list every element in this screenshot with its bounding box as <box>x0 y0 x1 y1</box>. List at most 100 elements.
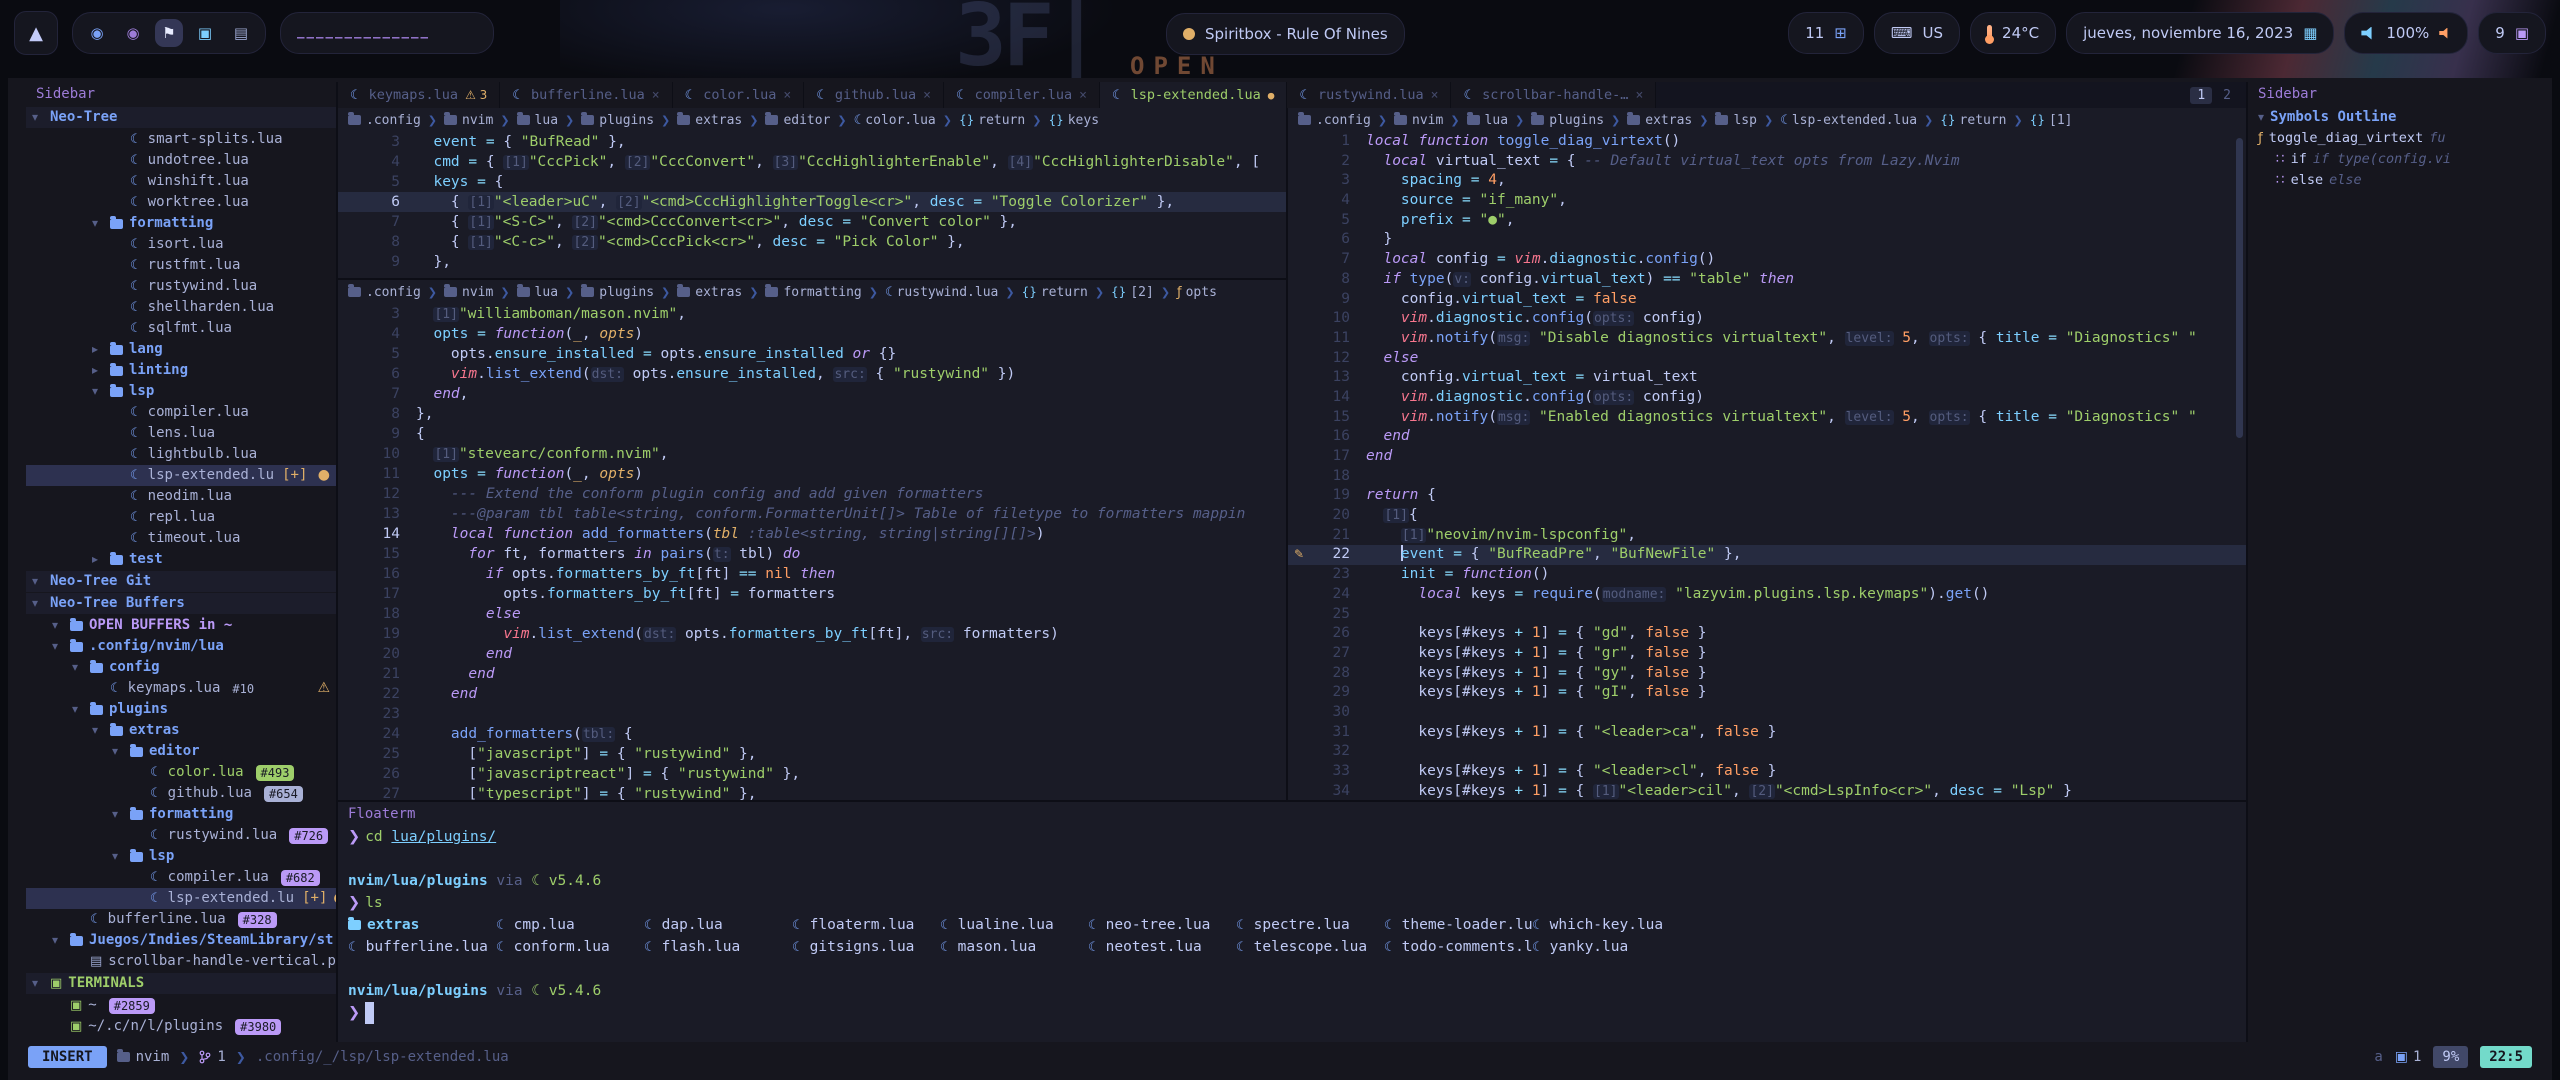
ls-item-flash.lua[interactable]: ☾flash.lua <box>644 939 792 955</box>
code-line[interactable]: 6 } <box>1288 230 2246 250</box>
tree-item-lsp[interactable]: ▾lsp <box>26 381 336 402</box>
tree-item-timeout.lua[interactable]: ☾timeout.lua <box>26 528 336 549</box>
widget-workspaces[interactable]: 11 ⊞ <box>1788 12 1864 54</box>
tree-item-worktree.lua[interactable]: ☾worktree.lua <box>26 192 336 213</box>
ls-item-neo-tree.lua[interactable]: ☾neo-tree.lua <box>1088 917 1236 933</box>
code-line[interactable]: 17end <box>1288 447 2246 467</box>
code-body-color-lua[interactable]: 3 event = { "BufRead" },4 cmd = { [1]"Cc… <box>338 132 1286 278</box>
ls-item-conform.lua[interactable]: ☾conform.lua <box>496 939 644 955</box>
code-line[interactable]: 21 [1]"neovim/nvim-lspconfig", <box>1288 526 2246 546</box>
code-line[interactable]: 12 else <box>1288 349 2246 369</box>
code-line[interactable]: 8 { [1]"<C-c>", [2]"<cmd>CccPick<cr>", d… <box>338 232 1286 252</box>
editor-pane-lsp-extended-lua[interactable]: .config❯nvim❯lua❯plugins❯extras❯lsp❯☾lsp… <box>1288 108 2246 800</box>
ls-item-dap.lua[interactable]: ☾dap.lua <box>644 917 792 933</box>
notification-pill[interactable]: Spiritbox - Rule Of Nines <box>1166 13 1405 55</box>
breadcrumb-item--1-[interactable]: {}[1] <box>2030 113 2073 128</box>
tree-item-undotree.lua[interactable]: ☾undotree.lua <box>26 150 336 171</box>
dock-item-3[interactable]: ⚑ <box>155 19 183 47</box>
breadcrumb-item-return[interactable]: {}return <box>1940 113 2006 128</box>
breadcrumb-item-return[interactable]: {}return <box>1022 285 1088 300</box>
breadcrumb-item-extras[interactable]: extras <box>677 285 742 300</box>
code-line[interactable]: 16 end <box>1288 427 2246 447</box>
code-line[interactable]: 33 keys[#keys + 1] = { "<leader>cl", fal… <box>1288 762 2246 782</box>
code-line[interactable]: 13 config.virtual_text = virtual_text <box>1288 368 2246 388</box>
widget-temperature[interactable]: 24°C <box>1970 12 2056 54</box>
tree-item--[interactable]: ▣~#2859 <box>26 995 336 1016</box>
breadcrumb-item-keys[interactable]: {}keys <box>1048 113 1099 128</box>
tree-section-neo-tree[interactable]: ▾Neo-Tree <box>26 107 336 128</box>
code-line[interactable]: 20 end <box>338 644 1286 664</box>
close-icon[interactable]: × <box>1079 88 1087 103</box>
tree-item-test[interactable]: ▸test <box>26 549 336 570</box>
tree-item-shellharden.lua[interactable]: ☾shellharden.lua <box>26 297 336 318</box>
code-body-rustywind-lua[interactable]: 3 [1]"williamboman/mason.nvim",4 opts = … <box>338 304 1286 800</box>
tree-item-repl.lua[interactable]: ☾repl.lua <box>26 507 336 528</box>
close-icon[interactable]: × <box>1635 88 1643 103</box>
ls-item-todo-comments.lua[interactable]: ☾todo-comments.lua <box>1384 939 1532 955</box>
tree-item-compiler.lua[interactable]: ☾compiler.lua#682 <box>26 867 336 888</box>
code-line[interactable]: 31 keys[#keys + 1] = { "<leader>ca", fal… <box>1288 723 2246 743</box>
tree-item-neodim.lua[interactable]: ☾neodim.lua <box>26 486 336 507</box>
dock-item-2[interactable]: ◉ <box>119 19 147 47</box>
tab-lsp-extended.lua[interactable]: ☾lsp-extended.lua● <box>1100 82 1287 108</box>
tree-item-lang[interactable]: ▸lang <box>26 339 336 360</box>
code-line[interactable]: 24 add_formatters(tbl: { <box>338 724 1286 744</box>
code-line[interactable]: 7 local config = vim.diagnostic.config() <box>1288 250 2246 270</box>
code-line[interactable]: 14 vim.diagnostic.config(opts: config) <box>1288 388 2246 408</box>
tree-item-juegos-indies-steamlibrary-st[interactable]: ▾Juegos/Indies/SteamLibrary/st <box>26 930 336 951</box>
code-line[interactable]: 5 keys = { <box>338 172 1286 192</box>
dock-item-1[interactable]: ◉ <box>83 19 111 47</box>
code-line[interactable]: 10 [1]"stevearc/conform.nvim", <box>338 444 1286 464</box>
ls-item-spectre.lua[interactable]: ☾spectre.lua <box>1236 917 1384 933</box>
code-line[interactable]: 21 end <box>338 664 1286 684</box>
widget-volume[interactable]: 100% <box>2344 12 2468 54</box>
tree-item-rustywind.lua[interactable]: ☾rustywind.lua#726 <box>26 825 336 846</box>
code-line[interactable]: 27 keys[#keys + 1] = { "gr", false } <box>1288 644 2246 664</box>
code-line[interactable]: 6 { [1]"<leader>uC", [2]"<cmd>CccHighlig… <box>338 192 1286 212</box>
tree-section-neo-tree-git[interactable]: ▾Neo-Tree Git <box>26 571 336 592</box>
code-line[interactable]: 34 keys[#keys + 1] = { [1]"<leader>cil",… <box>1288 782 2246 800</box>
tree-item-lsp-extended.lu[interactable]: ☾lsp-extended.lu[+]● <box>26 465 336 486</box>
breadcrumb-item-opts[interactable]: ƒopts <box>1177 285 1217 300</box>
tree-item-compiler.lua[interactable]: ☾compiler.lua <box>26 402 336 423</box>
code-line[interactable]: 10 vim.diagnostic.config(opts: config) <box>1288 309 2246 329</box>
dock-item-4[interactable]: ▣ <box>191 19 219 47</box>
code-line[interactable]: 28 keys[#keys + 1] = { "gy", false } <box>1288 664 2246 684</box>
tree-item-config[interactable]: ▾config <box>26 657 336 678</box>
tree-item-scrollbar-handle-vertical.p[interactable]: ▤scrollbar-handle-vertical.p <box>26 951 336 972</box>
code-line[interactable]: 26 keys[#keys + 1] = { "gd", false } <box>1288 624 2246 644</box>
dock-item-5[interactable]: ▤ <box>227 19 255 47</box>
breadcrumb-item-lua[interactable]: lua <box>517 113 558 128</box>
code-line[interactable]: 5 prefix = "●", <box>1288 211 2246 231</box>
launcher-button[interactable]: ▲ <box>14 11 58 55</box>
code-line[interactable]: 7 { [1]"<S-C>", [2]"<cmd>CccConvert<cr>"… <box>338 212 1286 232</box>
breadcrumb-item-color.lua[interactable]: ☾color.lua <box>854 113 936 128</box>
breadcrumb-item-nvim[interactable]: nvim <box>444 285 493 300</box>
tree-item-lsp[interactable]: ▾lsp <box>26 846 336 867</box>
breadcrumb-item-return[interactable]: {}return <box>959 113 1025 128</box>
code-line[interactable]: 15 for ft, formatters in pairs(t: tbl) d… <box>338 544 1286 564</box>
ls-item-which-key.lua[interactable]: ☾which-key.lua <box>1532 917 1680 933</box>
tree-item-linting[interactable]: ▸linting <box>26 360 336 381</box>
code-line[interactable]: 25 <box>1288 605 2246 625</box>
code-line[interactable]: ✎22 event = { "BufReadPre", "BufNewFile"… <box>1288 545 2246 565</box>
widget-systray[interactable]: 9 ▣ <box>2478 12 2546 54</box>
code-line[interactable]: 19 vim.list_extend(dst: opts.formatters_… <box>338 624 1286 644</box>
tree-item-rustfmt.lua[interactable]: ☾rustfmt.lua <box>26 255 336 276</box>
code-line[interactable]: 29 keys[#keys + 1] = { "gI", false } <box>1288 683 2246 703</box>
code-line[interactable]: 5 opts.ensure_installed = opts.ensure_in… <box>338 344 1286 364</box>
tree-item-isort.lua[interactable]: ☾isort.lua <box>26 234 336 255</box>
tree-item-lsp-extended.lu[interactable]: ☾lsp-extended.lu[+]● <box>26 888 336 909</box>
code-line[interactable]: 9 config.virtual_text = false <box>1288 290 2246 310</box>
editor-pane-rustywind-lua[interactable]: .config❯nvim❯lua❯plugins❯extras❯formatti… <box>338 280 1286 800</box>
code-line[interactable]: 15 vim.notify(msg: "Enabled diagnostics … <box>1288 408 2246 428</box>
tree-item--.c-n-l-plugins[interactable]: ▣~/.c/n/l/plugins#3980 <box>26 1016 336 1037</box>
breadcrumb-item-plugins[interactable]: plugins <box>581 285 654 300</box>
tree-item-formatting[interactable]: ▾formatting <box>26 804 336 825</box>
tree-item-rustywind.lua[interactable]: ☾rustywind.lua <box>26 276 336 297</box>
breadcrumb-item-lsp[interactable]: lsp <box>1715 113 1756 128</box>
breadcrumb-item-lua[interactable]: lua <box>517 285 558 300</box>
tab-keymaps.lua[interactable]: ☾keymaps.lua⚠ 3 <box>338 82 500 108</box>
close-icon[interactable]: × <box>783 88 791 103</box>
outline-item-if[interactable]: ∷ifif type(config.vi <box>2248 149 2534 170</box>
